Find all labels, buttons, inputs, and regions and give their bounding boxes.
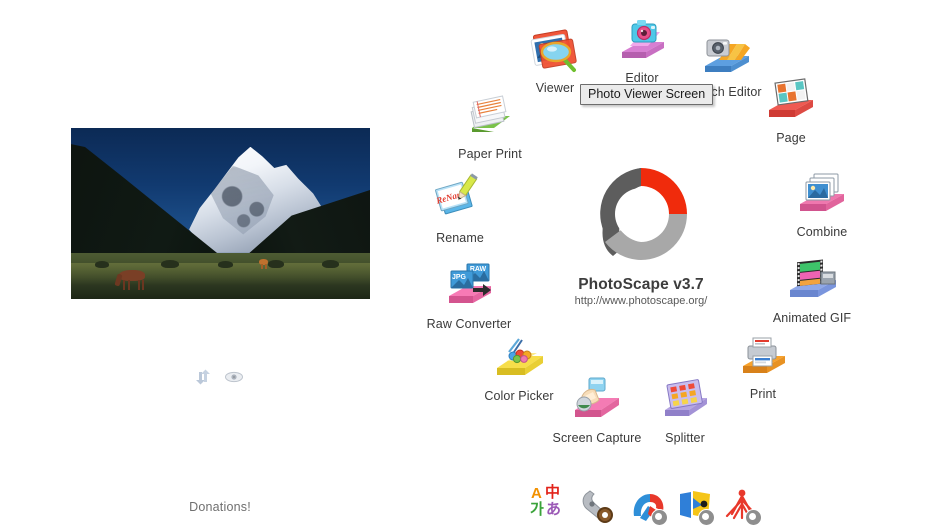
promo-app-icon-3[interactable]	[722, 484, 762, 526]
page-icon	[759, 72, 823, 130]
photoscape-main-window: Donations! Photo Viewer Screen PhotoScap…	[0, 0, 944, 532]
viewer-icon	[523, 22, 587, 80]
preview-toolbar	[194, 368, 254, 388]
photo-bush	[322, 260, 340, 269]
badge-icon	[698, 509, 715, 526]
paper-print-icon	[458, 88, 522, 146]
wrench-icon[interactable]	[578, 484, 618, 526]
refresh-icon[interactable]	[194, 368, 214, 386]
photo-preview[interactable]	[71, 128, 370, 299]
lang-glyph-chinese: 中	[545, 484, 561, 501]
menu-item-color-picker[interactable]: Color Picker	[460, 330, 578, 403]
splitter-icon	[653, 372, 717, 430]
app-url[interactable]: http://www.photoscape.org/	[561, 295, 721, 307]
promo-app-icon-2[interactable]	[675, 484, 715, 526]
photo-bush	[160, 260, 179, 269]
rename-icon: ReName	[428, 172, 492, 230]
menu-label: Paper Print	[458, 147, 522, 161]
photo-horse-far	[259, 258, 269, 269]
menu-item-animated-gif[interactable]: Animated GIF	[753, 252, 871, 325]
badge-icon	[651, 509, 668, 526]
app-logo-block: PhotoScape v3.7 http://www.photoscape.or…	[561, 160, 721, 310]
menu-item-rename[interactable]: ReName Rename	[401, 172, 519, 245]
lang-glyph-japanese: あ	[546, 501, 562, 518]
lang-glyph-korean: 가	[530, 501, 544, 518]
raw-converter-icon: RAW JPG	[437, 258, 501, 316]
photo-bush	[268, 260, 285, 269]
landscape-photo	[71, 128, 370, 299]
bottom-toolbar: A 中 가 あ	[520, 484, 762, 528]
combine-icon	[790, 166, 854, 224]
menu-label: Page	[776, 131, 806, 145]
lang-glyph-latin: A	[531, 485, 542, 502]
menu-label: Combine	[796, 225, 848, 239]
svg-text:JPG: JPG	[452, 274, 467, 281]
menu-item-paper-print[interactable]: Paper Print	[431, 88, 549, 161]
donations-label[interactable]: Donations!	[0, 500, 440, 514]
menu-label: Raw Converter	[426, 317, 512, 331]
language-icon[interactable]: A 中 가 あ	[528, 484, 568, 526]
menu-label: Color Picker	[484, 389, 554, 403]
promo-app-icon-1[interactable]	[628, 484, 668, 526]
animated-gif-icon	[780, 252, 844, 310]
menu-label: Rename	[436, 231, 484, 245]
preview-panel: Donations!	[0, 0, 440, 532]
menu-item-page[interactable]: Page	[732, 72, 850, 145]
badge-icon	[745, 509, 762, 526]
color-picker-icon	[487, 330, 551, 388]
app-title: PhotoScape v3.7	[578, 276, 704, 293]
menu-label: Screen Capture	[552, 431, 642, 445]
menu-item-combine[interactable]: Combine	[763, 166, 881, 239]
menu-label: Animated GIF	[772, 311, 852, 325]
editor-icon	[610, 12, 674, 70]
tooltip-photo-viewer-screen: Photo Viewer Screen	[580, 84, 714, 105]
photoscape-logo-icon	[587, 160, 695, 268]
eye-icon[interactable]	[224, 368, 244, 386]
menu-item-raw-converter[interactable]: RAW JPG Raw Converter	[410, 258, 528, 331]
photo-bush	[94, 261, 109, 269]
photo-peak-rocks	[208, 179, 287, 238]
photo-bush	[217, 261, 233, 269]
